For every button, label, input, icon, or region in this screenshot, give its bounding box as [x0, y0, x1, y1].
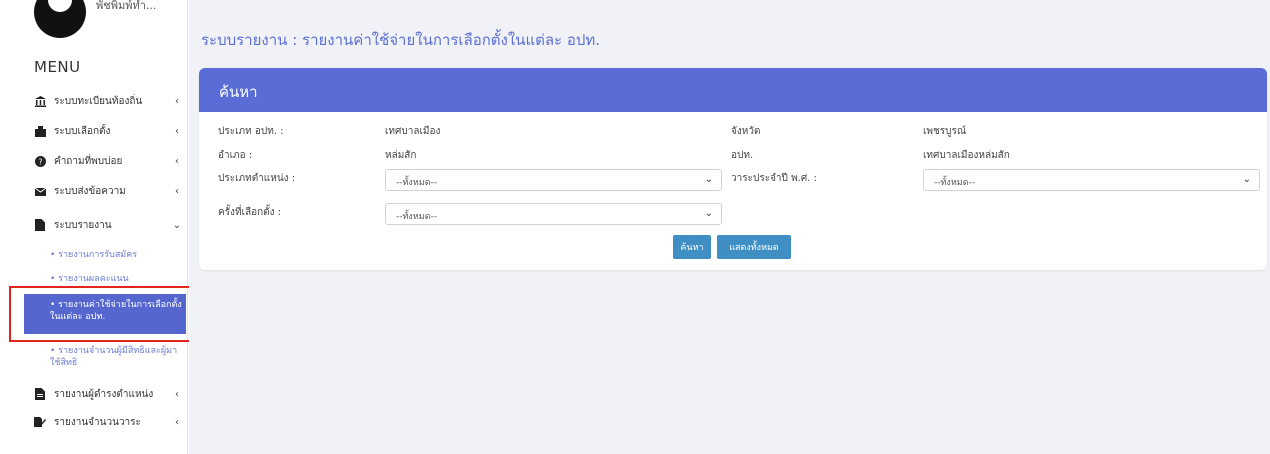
sidebar-item-label: ระบบทะเบียนท้องถิ่น — [54, 95, 143, 107]
sidebar-item-messages[interactable]: ระบบส่งข้อความ ‹ — [34, 180, 182, 202]
card-title: ค้นหา — [219, 83, 258, 101]
election-no-selected: --ทั้งหมด-- — [396, 212, 438, 222]
chevron-down-icon: ⌄ — [704, 208, 713, 219]
sidebar-item-label: ระบบส่งข้อความ — [54, 185, 126, 197]
main-content: ระบบรายงาน : รายงานค่าใช้จ่ายในการเลือกต… — [189, 0, 1270, 454]
province-value: เพชรบูรณ์ — [923, 126, 967, 137]
chevron-left-icon: ‹ — [175, 416, 179, 428]
ballot-icon — [34, 125, 46, 137]
sidebar: พัชพิมพ์ทำ... MENU ระบบทะเบียนท้องถิ่น ‹… — [0, 0, 188, 454]
avatar[interactable] — [34, 0, 86, 38]
sidebar-item-terms[interactable]: รายงานจำนวนวาระ ‹ — [34, 411, 182, 433]
page-title: ระบบรายงาน : รายงานค่าใช้จ่ายในการเลือกต… — [201, 31, 601, 49]
org-value: เทศบาลเมืองหล่มสัก — [923, 150, 1010, 161]
card-header: ค้นหา — [199, 68, 1267, 112]
sidebar-item-reports[interactable]: ระบบรายงาน ⌄ — [34, 214, 182, 236]
sidebar-item-registry[interactable]: ระบบทะเบียนท้องถิ่น ‹ — [34, 90, 182, 112]
sidebar-item-faq[interactable]: ? คำถามที่พบบ่อย ‹ — [34, 150, 182, 172]
term-select[interactable]: --ทั้งหมด-- ⌄ — [923, 169, 1260, 191]
sidebar-item-label: ระบบรายงาน — [54, 219, 112, 231]
highlight-annotation — [9, 286, 204, 342]
election-no-label: ครั้งที่เลือกตั้ง : — [218, 207, 282, 218]
district-label: อำเภอ : — [218, 150, 253, 161]
position-type-selected: --ทั้งหมด-- — [396, 178, 438, 188]
file-icon — [34, 219, 46, 231]
search-card: ค้นหา ประเภท อปท. : เทศบาลเมือง จังหวัด … — [199, 68, 1267, 270]
sidebar-subitem-candidates[interactable]: • รายงานการรับสมัคร — [50, 249, 182, 261]
chevron-left-icon: ‹ — [175, 125, 179, 137]
question-icon: ? — [34, 155, 46, 167]
sidebar-subitem-results[interactable]: • รายงานผลคะแนน — [50, 273, 182, 285]
edit-file-icon — [34, 416, 46, 428]
show-all-button[interactable]: แสดงทั้งหมด — [717, 235, 791, 259]
chevron-down-icon: ⌄ — [1242, 174, 1251, 185]
district-value: หล่มสัก — [385, 150, 417, 161]
chevron-left-icon: ‹ — [175, 95, 179, 107]
sidebar-item-label: รายงานผู้ดำรงตำแหน่ง — [54, 388, 154, 400]
bank-icon — [34, 95, 46, 107]
user-name[interactable]: พัชพิมพ์ทำ... — [96, 0, 156, 14]
term-selected: --ทั้งหมด-- — [934, 178, 976, 188]
chevron-left-icon: ‹ — [175, 185, 179, 197]
search-button[interactable]: ค้นหา — [673, 235, 711, 259]
sidebar-item-election[interactable]: ระบบเลือกตั้ง ‹ — [34, 120, 182, 142]
chevron-left-icon: ‹ — [175, 388, 179, 400]
sidebar-item-label: ระบบเลือกตั้ง — [54, 125, 111, 137]
svg-text:?: ? — [38, 157, 42, 166]
org-label: อปท. — [731, 150, 754, 161]
chevron-left-icon: ‹ — [175, 155, 179, 167]
position-type-select[interactable]: --ทั้งหมด-- ⌄ — [385, 169, 722, 191]
term-label: วาระประจำปี พ.ศ. : — [731, 173, 817, 184]
province-label: จังหวัด — [731, 126, 761, 137]
envelope-icon — [34, 185, 46, 197]
position-type-label: ประเภทตำแหน่ง : — [218, 173, 296, 184]
sidebar-item-officeholders[interactable]: รายงานผู้ดำรงตำแหน่ง ‹ — [34, 383, 182, 405]
sidebar-item-label: รายงานจำนวนวาระ — [54, 416, 141, 428]
file-icon — [34, 388, 46, 400]
sidebar-item-label: คำถามที่พบบ่อย — [54, 155, 123, 167]
sidebar-subitem-voters[interactable]: • รายงานจำนวนผู้มีสิทธิและผู้มาใช้สิทธิ — [50, 345, 182, 369]
org-type-value: เทศบาลเมือง — [385, 126, 441, 137]
menu-title: MENU — [34, 58, 81, 76]
election-no-select[interactable]: --ทั้งหมด-- ⌄ — [385, 203, 722, 225]
org-type-label: ประเภท อปท. : — [218, 126, 284, 137]
chevron-down-icon: ⌄ — [172, 219, 182, 231]
chevron-down-icon: ⌄ — [704, 174, 713, 185]
